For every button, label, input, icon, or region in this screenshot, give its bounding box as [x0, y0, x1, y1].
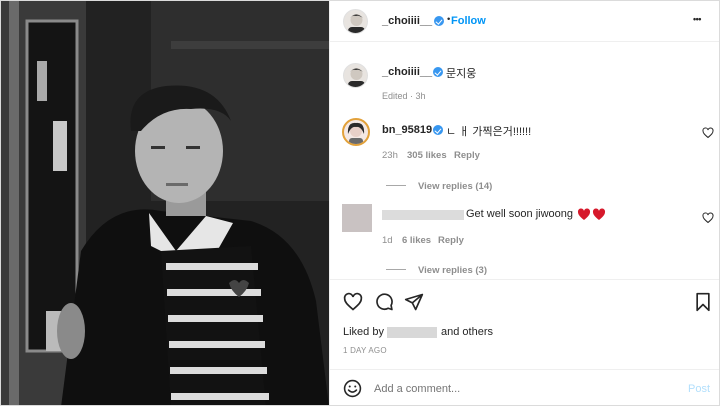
replies-dash — [386, 185, 406, 187]
comment-time: 1d — [382, 235, 393, 246]
header-separator: • — [447, 14, 451, 25]
verified-badge-icon — [434, 16, 444, 26]
replies-dash — [386, 269, 406, 271]
view-replies-label: View replies (14) — [418, 181, 493, 192]
comment-composer: Post — [330, 369, 719, 405]
emoji-smiley-icon[interactable] — [343, 379, 362, 398]
verified-badge-icon — [433, 125, 443, 135]
more-options-icon[interactable]: ••• — [693, 14, 701, 24]
comment-username[interactable]: bn_95819 — [382, 124, 432, 136]
liked-by-user-redacted[interactable] — [387, 327, 437, 338]
avatar-face-icon — [348, 14, 365, 33]
like-heart-icon[interactable] — [343, 292, 363, 312]
save-bookmark-icon[interactable] — [694, 292, 712, 312]
comment-likes[interactable]: 6 likes — [402, 235, 431, 246]
author-username[interactable]: _choiiii__ — [382, 15, 432, 27]
verified-badge-icon — [433, 67, 443, 77]
comment-text: ㄴ ㅐ 가찍은거!!!!!! — [446, 126, 532, 138]
like-comment-heart-icon[interactable] — [702, 212, 714, 224]
comment-username-redacted[interactable] — [382, 210, 464, 220]
comment-text: Get well soon jiwoong — [466, 208, 574, 220]
photo-illustration — [1, 1, 329, 405]
view-replies-label: View replies (3) — [418, 265, 487, 276]
post-photo[interactable] — [1, 1, 329, 405]
liked-by-suffix[interactable]: and others — [441, 326, 493, 338]
liked-by-prefix: Liked by — [343, 326, 384, 338]
author-avatar[interactable] — [343, 9, 368, 34]
comment-input[interactable] — [374, 380, 664, 398]
post-side-panel: _choiiii__ • Follow ••• _choiiii__ 문지웅 E… — [329, 1, 719, 405]
comment-bubble-icon[interactable] — [374, 292, 394, 312]
caption-author-avatar[interactable] — [343, 63, 368, 88]
post-header: _choiiii__ • Follow ••• — [330, 1, 719, 42]
reply-button[interactable]: Reply — [438, 235, 464, 246]
comment-avatar[interactable] — [342, 118, 370, 146]
like-comment-heart-icon[interactable] — [702, 127, 714, 139]
view-replies-button[interactable]: View replies (3) — [386, 262, 487, 276]
view-replies-button[interactable]: View replies (14) — [386, 178, 492, 192]
follow-button[interactable]: Follow — [451, 15, 486, 27]
comment-likes[interactable]: 305 likes — [407, 150, 447, 161]
caption-text: 문지웅 — [446, 68, 477, 80]
comment-avatar-redacted[interactable] — [342, 204, 372, 232]
post-actions: Liked by and others 1 DAY AGO — [330, 279, 719, 369]
share-paper-plane-icon[interactable] — [404, 292, 424, 312]
red-hearts-emoji — [577, 208, 606, 220]
avatar-face-icon — [348, 68, 365, 87]
avatar-face-icon — [347, 122, 365, 144]
post-date: 1 DAY AGO — [343, 346, 387, 355]
reply-button[interactable]: Reply — [454, 150, 480, 161]
instagram-post-window: _choiiii__ • Follow ••• _choiiii__ 문지웅 E… — [0, 0, 720, 406]
comment-time: 23h — [382, 150, 398, 161]
caption-username[interactable]: _choiiii__ — [382, 66, 432, 78]
post-comment-button[interactable]: Post — [688, 383, 710, 395]
caption-meta: Edited · 3h — [382, 91, 426, 101]
